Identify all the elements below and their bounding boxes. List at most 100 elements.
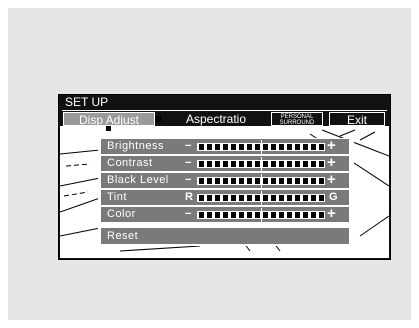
level-segment	[286, 195, 292, 201]
figure-panel: SET UP Disp Adjust Aspectratio PERSONAL …	[8, 8, 411, 320]
tab-label: Aspectratio	[185, 112, 247, 126]
level-segment	[294, 161, 300, 167]
level-segment	[238, 212, 244, 218]
adjust-row-color[interactable]: Color − +	[101, 206, 349, 222]
level-segment	[262, 144, 268, 150]
tab-separator-dot	[155, 116, 161, 122]
minus-icon[interactable]: −	[185, 139, 191, 154]
level-segment	[262, 178, 268, 184]
level-indicator	[261, 208, 262, 222]
level-segment	[206, 212, 212, 218]
minus-icon[interactable]: −	[185, 173, 191, 188]
minus-icon[interactable]: −	[185, 156, 191, 171]
level-segment	[270, 161, 276, 167]
level-segment	[310, 178, 316, 184]
tab-exit[interactable]: Exit	[329, 112, 385, 127]
level-segment	[278, 178, 284, 184]
level-segment	[286, 178, 292, 184]
level-segment	[230, 178, 236, 184]
reset-button[interactable]: Reset	[101, 228, 349, 244]
minus-icon[interactable]: −	[185, 207, 191, 222]
level-segment	[302, 161, 308, 167]
level-segment	[270, 195, 276, 201]
level-segment	[254, 212, 260, 218]
level-segment	[214, 212, 220, 218]
level-bar[interactable]	[197, 191, 325, 205]
level-segment	[318, 161, 324, 167]
level-segment	[278, 144, 284, 150]
level-segment	[230, 144, 236, 150]
level-segment	[230, 195, 236, 201]
level-segment	[286, 144, 292, 150]
level-indicator	[261, 191, 262, 205]
level-segment	[278, 195, 284, 201]
level-segment	[214, 161, 220, 167]
level-segment	[310, 212, 316, 218]
level-segment	[302, 144, 308, 150]
level-bar[interactable]	[197, 208, 325, 222]
level-segment	[214, 144, 220, 150]
plus-icon[interactable]: +	[327, 155, 336, 170]
level-segment	[270, 144, 276, 150]
level-segment	[286, 161, 292, 167]
adjust-row-tint[interactable]: Tint R G	[101, 190, 349, 205]
level-segment	[198, 161, 204, 167]
row-label: Color	[107, 208, 136, 220]
row-label: Contrast	[107, 157, 153, 169]
level-segment	[206, 178, 212, 184]
level-segment	[222, 212, 228, 218]
level-segment	[238, 195, 244, 201]
level-segment	[214, 195, 220, 201]
level-segment	[302, 178, 308, 184]
level-bar[interactable]	[197, 140, 325, 154]
tab-aspectratio[interactable]: Aspectratio	[163, 112, 269, 126]
level-segment	[222, 178, 228, 184]
adjust-row-contrast[interactable]: Contrast − +	[101, 155, 349, 171]
level-segment	[198, 178, 204, 184]
tab-label: Exit	[346, 113, 367, 127]
green-side-label[interactable]: G	[329, 190, 338, 205]
level-segment	[230, 161, 236, 167]
tab-personal-surround[interactable]: PERSONAL SURROUND	[271, 112, 323, 126]
level-segment	[222, 161, 228, 167]
level-segment	[254, 178, 260, 184]
row-label: Brightness	[107, 140, 164, 152]
tab-label: Disp Adjust	[78, 113, 140, 127]
tab-disp-adjust[interactable]: Disp Adjust	[63, 112, 155, 127]
level-segment	[238, 161, 244, 167]
level-segment	[318, 178, 324, 184]
level-segment	[262, 195, 268, 201]
level-segment	[310, 195, 316, 201]
level-segment	[254, 195, 260, 201]
level-segment	[246, 195, 252, 201]
level-segment	[318, 212, 324, 218]
level-segment	[310, 144, 316, 150]
tv-screen: SET UP Disp Adjust Aspectratio PERSONAL …	[58, 94, 391, 260]
level-segment	[302, 212, 308, 218]
level-bar[interactable]	[197, 157, 325, 171]
level-segment	[206, 161, 212, 167]
level-segment	[310, 161, 316, 167]
level-segment	[214, 178, 220, 184]
level-segment	[238, 144, 244, 150]
plus-icon[interactable]: +	[327, 206, 336, 221]
level-segment	[230, 212, 236, 218]
plus-icon[interactable]: +	[327, 138, 336, 153]
level-segment	[294, 144, 300, 150]
level-segment	[238, 178, 244, 184]
menu-pointer-dot	[106, 126, 111, 131]
level-segment	[294, 195, 300, 201]
level-bar[interactable]	[197, 174, 325, 188]
level-segment	[246, 178, 252, 184]
plus-icon[interactable]: +	[327, 172, 336, 187]
level-segment	[302, 195, 308, 201]
level-segment	[222, 144, 228, 150]
level-segment	[278, 161, 284, 167]
level-segment	[246, 161, 252, 167]
red-side-label[interactable]: R	[185, 190, 193, 205]
level-indicator	[261, 157, 262, 171]
adjust-row-black-level[interactable]: Black Level − +	[101, 172, 349, 188]
adjust-row-brightness[interactable]: Brightness − +	[101, 138, 349, 154]
level-segment	[294, 178, 300, 184]
level-segment	[198, 195, 204, 201]
